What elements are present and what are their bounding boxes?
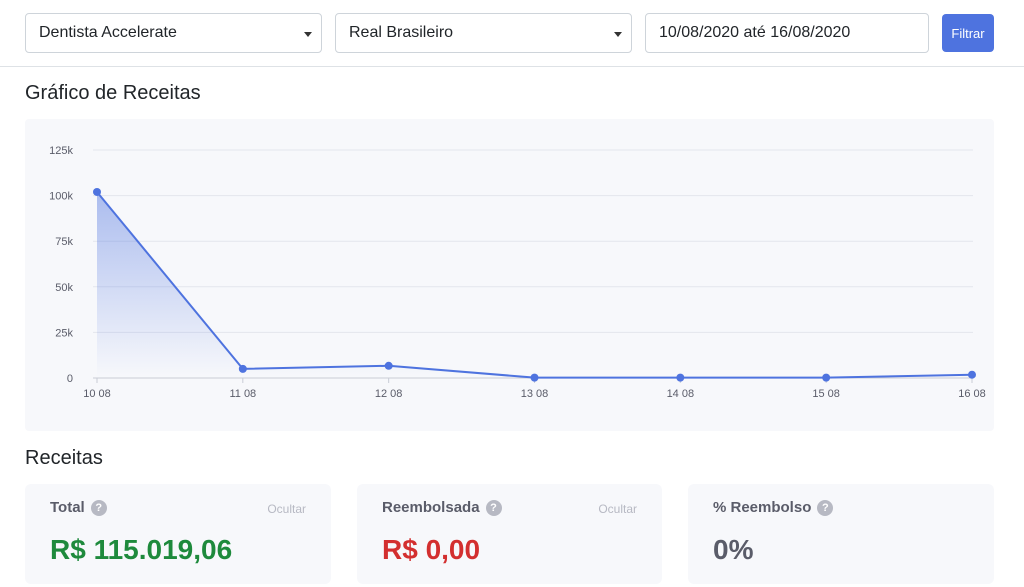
date-range-input[interactable]: 10/08/2020 até 16/08/2020 <box>645 13 929 53</box>
x-tick-label: 10 08 <box>83 388 111 400</box>
clinic-select[interactable]: Dentista Accelerate <box>25 13 322 53</box>
data-point <box>238 364 247 373</box>
revenue-chart-svg: 0 25k 50k 75k 100k 125k 10 08 11 08 12 08 13 08 14… <box>49 145 986 400</box>
y-tick-label: 0 <box>67 373 73 385</box>
chart-section-title: Gráfico de Receitas <box>25 82 201 104</box>
refunded-card-label: Reembolsada <box>382 499 480 516</box>
refund-percent-card-title: % Reembolso ? <box>713 499 834 516</box>
data-point <box>822 373 831 382</box>
x-tick-label: 13 08 <box>521 388 549 400</box>
hide-total-link[interactable]: Ocultar <box>267 502 306 516</box>
filter-toolbar: Dentista Accelerate Real Brasileiro 10/0… <box>0 0 1024 67</box>
data-point <box>93 187 101 196</box>
series-line <box>96 191 973 379</box>
x-tick-label: 11 08 <box>229 388 256 400</box>
data-point <box>530 373 539 382</box>
x-tick-label: 16 08 <box>958 388 986 400</box>
y-tick-label: 50k <box>55 282 73 294</box>
refund-percent-card: % Reembolso ? 0% <box>688 484 994 584</box>
y-tick-label: 125k <box>49 145 73 157</box>
total-card-label: Total <box>50 499 85 516</box>
x-tick-label: 12 08 <box>375 388 403 400</box>
refund-percent-value: 0% <box>713 534 754 565</box>
clinic-select-value: Dentista Accelerate <box>39 24 177 41</box>
caret-down-icon <box>304 32 312 37</box>
total-value: R$ 115.019,06 <box>50 534 233 565</box>
question-circle-icon[interactable]: ? <box>90 499 107 516</box>
currency-select[interactable]: Real Brasileiro <box>335 13 632 53</box>
x-tick-label: 14 08 <box>667 388 695 400</box>
date-range-value: 10/08/2020 até 16/08/2020 <box>659 24 851 41</box>
refund-percent-card-label: % Reembolso <box>713 499 812 516</box>
data-point <box>384 361 393 370</box>
question-circle-icon[interactable]: ? <box>485 499 502 516</box>
data-point <box>676 373 685 382</box>
total-card: Total ? Ocultar R$ 115.019,06 <box>25 484 331 584</box>
refunded-value: R$ 0,00 <box>382 534 481 565</box>
y-tick-label: 25k <box>55 327 73 339</box>
currency-select-value: Real Brasileiro <box>349 24 454 41</box>
x-tick-label: 15 08 <box>812 388 840 400</box>
y-tick-label: 75k <box>55 236 73 248</box>
filter-button[interactable]: Filtrar <box>942 14 994 52</box>
hide-refunded-link[interactable]: Ocultar <box>598 502 637 516</box>
revenue-chart: 0 25k 50k 75k 100k 125k 10 08 11 08 12 08 13 08 14… <box>25 119 994 431</box>
data-point <box>968 370 976 379</box>
refunded-card-title: Reembolsada ? <box>382 499 502 516</box>
question-circle-icon[interactable]: ? <box>817 499 834 516</box>
caret-down-icon <box>614 32 622 37</box>
y-tick-label: 100k <box>49 191 73 203</box>
revenue-section-title: Receitas <box>25 447 103 469</box>
total-card-title: Total ? <box>50 499 107 516</box>
refunded-card: Reembolsada ? Ocultar R$ 0,00 <box>357 484 662 584</box>
